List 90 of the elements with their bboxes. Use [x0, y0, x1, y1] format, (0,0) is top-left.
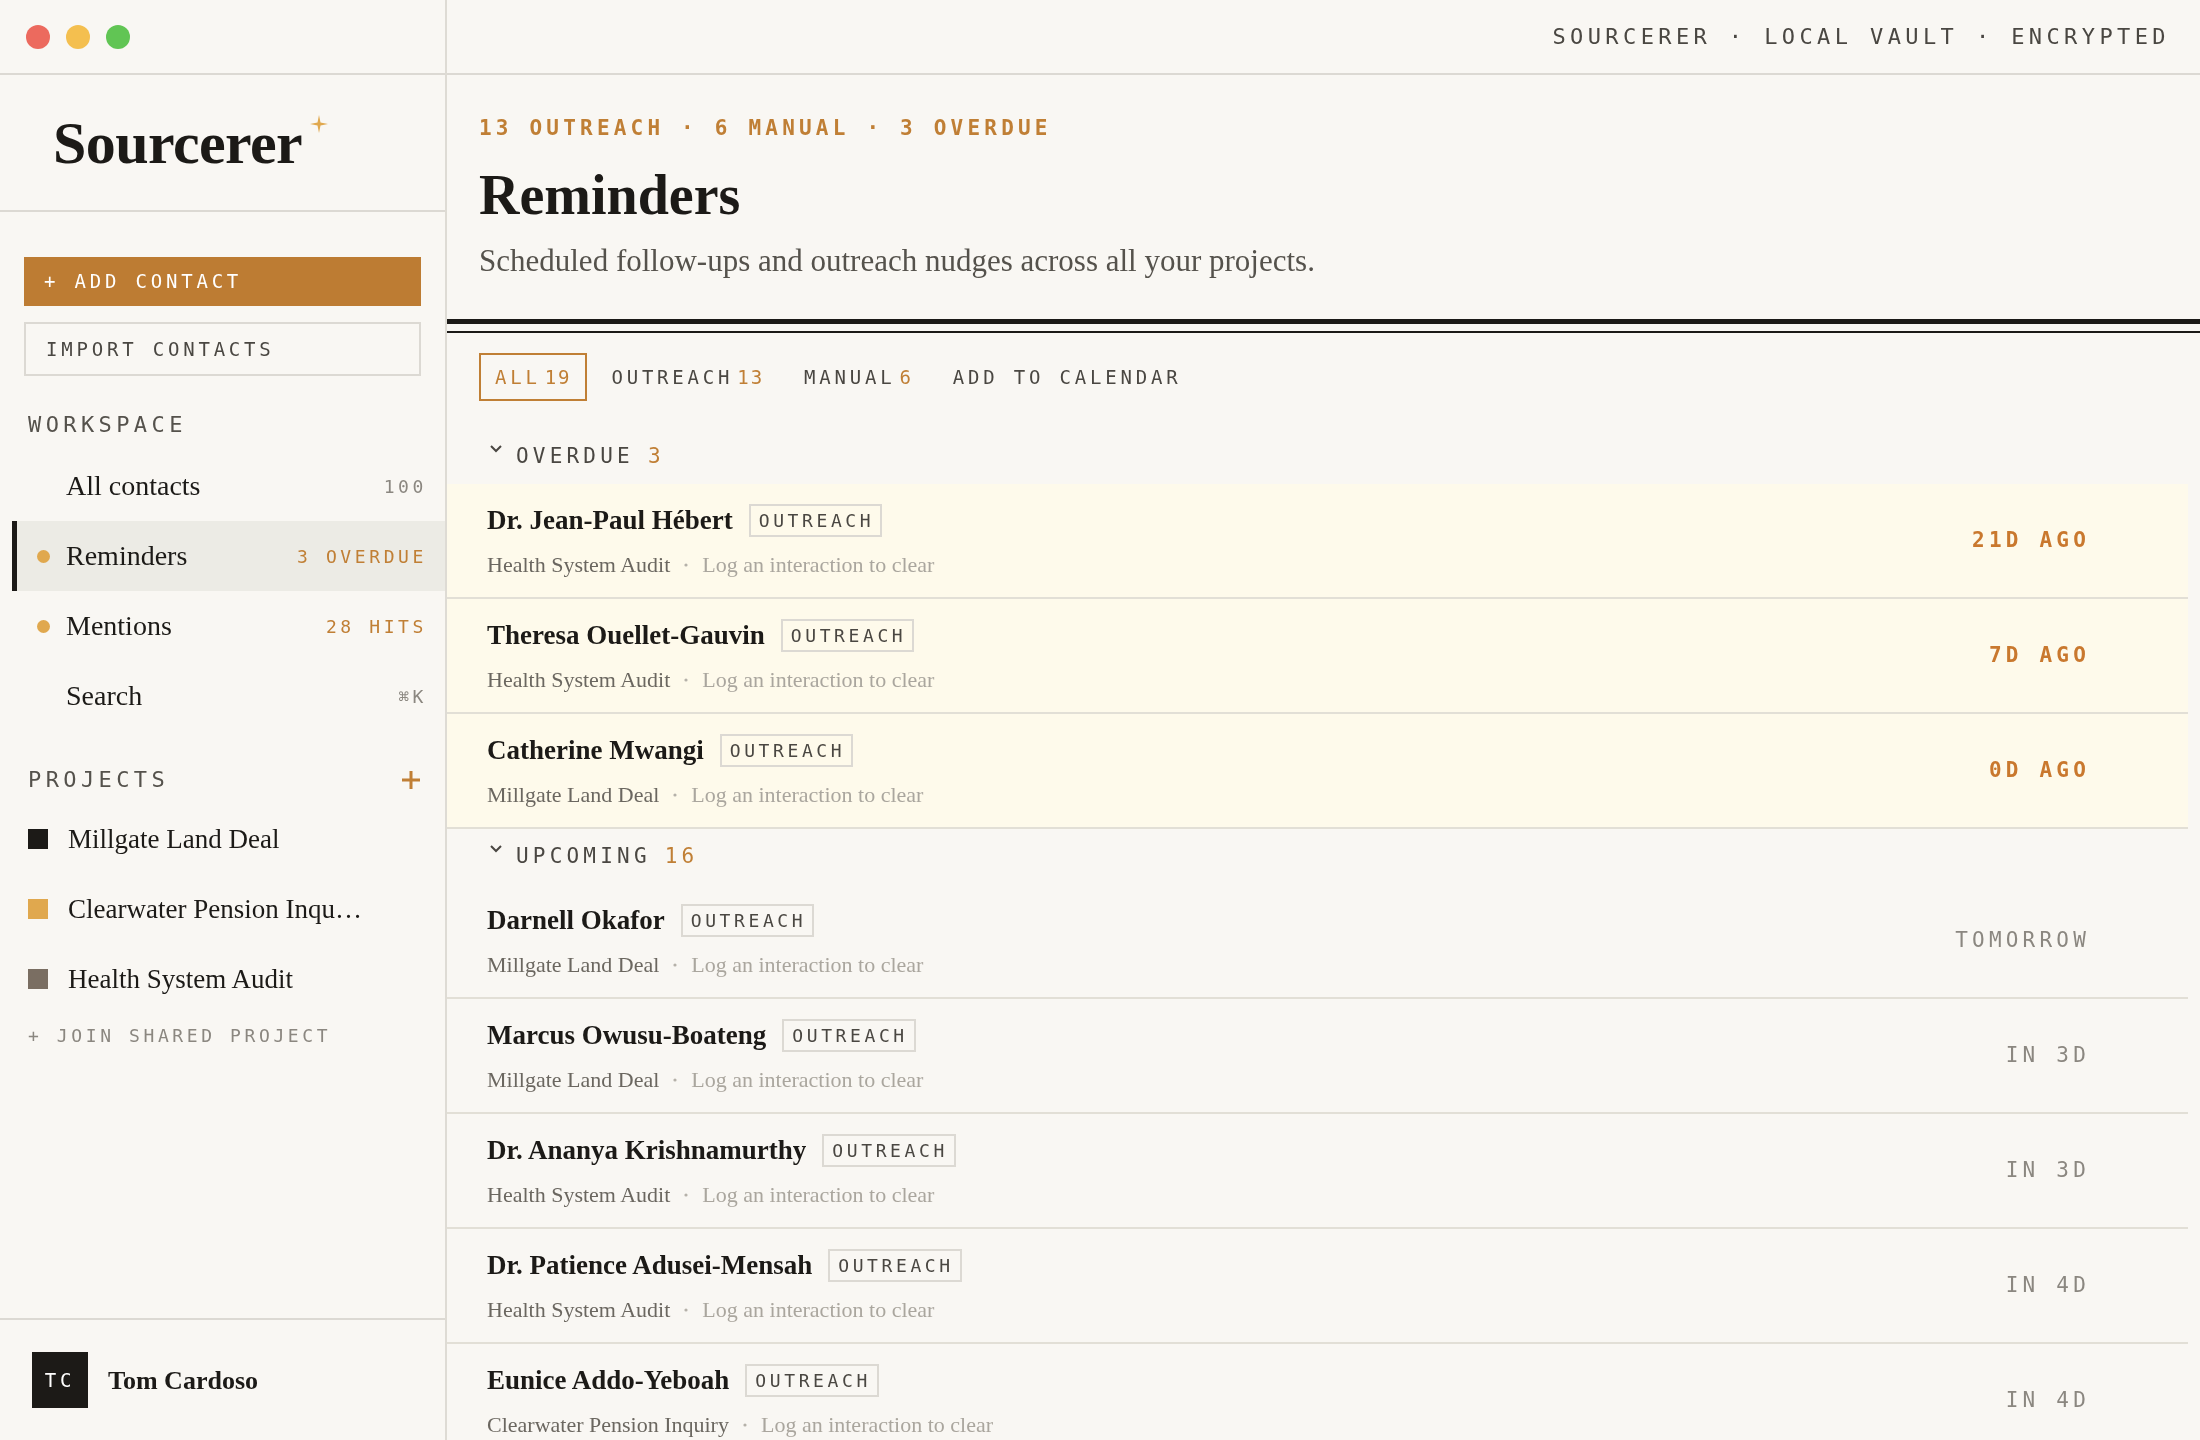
due-label: IN 3D — [2005, 1041, 2090, 1069]
separator-icon — [673, 792, 678, 797]
section-heading: WORKSPACE — [27, 411, 188, 439]
contact-name: Darnell Okafor — [487, 903, 665, 937]
chevron-icon[interactable] — [490, 445, 502, 454]
separator-icon — [684, 1307, 689, 1312]
reminder-row[interactable]: Eunice Addo-Yeboah OUTREACH Clearwater Pension Inquiry Log an interaction to clear IN 4D — [447, 1344, 2188, 1440]
nav-item[interactable]: Reminders 3 OVERDUE — [12, 521, 445, 591]
due-label: 0D AGO — [1988, 756, 2090, 784]
project-name: Millgate Land Deal — [487, 951, 660, 980]
contact-name: Catherine Mwangi — [487, 733, 704, 767]
reminder-row[interactable]: Marcus Owusu-Boateng OUTREACH Millgate Land Deal Log an interaction to clear IN 3D — [447, 999, 2188, 1115]
filter-tab[interactable]: MANUAL 6 — [788, 352, 929, 402]
contact-name: Marcus Owusu-Boateng — [487, 1018, 767, 1052]
hint-text: Log an interaction to clear — [702, 666, 935, 695]
hint-text: Log an interaction to clear — [702, 1181, 935, 1210]
project-name: Millgate Land Deal — [487, 781, 660, 810]
type-tag: OUTREACH — [745, 1363, 879, 1397]
contact-name: Dr. Ananya Krishnamurthy — [487, 1133, 807, 1167]
app-logo: Sourcerer — [53, 108, 302, 178]
filter-tab[interactable]: ADD TO CALENDAR — [936, 352, 1198, 402]
separator-icon — [684, 562, 689, 567]
contact-name: Dr. Patience Adusei-Mensah — [487, 1248, 813, 1282]
nav-item[interactable]: All contacts 100 — [12, 451, 445, 521]
hint-text: Log an interaction to clear — [702, 1296, 935, 1325]
nav-item[interactable]: Search ⌘K — [12, 661, 445, 731]
type-tag: OUTREACH — [782, 1018, 916, 1052]
page-title: Reminders — [479, 164, 742, 227]
project-item[interactable]: Millgate Land Deal — [0, 804, 445, 874]
project-item[interactable]: Clearwater Pension Inqu… — [0, 874, 445, 944]
type-tag: OUTREACH — [822, 1133, 956, 1167]
reminder-row[interactable]: Theresa Ouellet-Gauvin OUTREACH Health System Audit Log an interaction to clear 7D AGO — [447, 599, 2188, 715]
project-name: Millgate Land Deal — [487, 1066, 660, 1095]
reminder-row[interactable]: Dr. Jean-Paul Hébert OUTREACH Health System Audit Log an interaction to clear 21D AGO — [447, 484, 2188, 600]
type-tag: OUTREACH — [680, 903, 815, 937]
import-contacts-button[interactable]: IMPORT CONTACTS — [24, 322, 421, 376]
type-tag: OUTREACH — [828, 1248, 962, 1282]
hint-text: Log an interaction to clear — [691, 1066, 924, 1095]
group-heading: OVERDUE — [516, 442, 634, 470]
contact-name: Dr. Jean-Paul Hébert — [487, 503, 733, 537]
project-item[interactable]: Health System Audit — [0, 944, 445, 1014]
contact-name: Theresa Ouellet-Gauvin — [487, 618, 765, 652]
due-label: 7D AGO — [1988, 641, 2090, 669]
type-tag: OUTREACH — [748, 503, 883, 537]
item-count: 100 — [383, 474, 427, 499]
due-label: IN 4D — [2005, 1386, 2090, 1414]
item-count: 3 OVERDUE — [297, 544, 427, 569]
minimize-window-icon[interactable] — [66, 24, 90, 49]
item-count: 28 HITS — [325, 614, 427, 639]
hint-text: Log an interaction to clear — [760, 1411, 994, 1440]
type-tag: OUTREACH — [719, 733, 854, 767]
close-window-icon[interactable] — [26, 24, 50, 49]
due-label: TOMORROW — [1955, 926, 2090, 954]
user-name: Tom Cardoso — [108, 1364, 258, 1397]
section-heading: PROJECTS — [28, 766, 170, 794]
summary-text: 13 OUTREACH · 6 MANUAL · 3 OVERDUE — [479, 115, 1053, 142]
add-icon[interactable] — [401, 769, 421, 790]
filter-tab[interactable]: OUTREACH 13 — [595, 352, 780, 402]
separator-icon — [684, 677, 689, 682]
user-avatar: TC — [32, 1352, 88, 1408]
due-label: IN 3D — [2005, 1156, 2090, 1184]
reminder-row[interactable]: Darnell Okafor OUTREACH Millgate Land Deal Log an interaction to clear TOMORROW — [447, 884, 2188, 1000]
separator-icon — [673, 1077, 678, 1082]
group-count: 16 — [664, 842, 699, 870]
project-name: Health System Audit — [487, 1296, 671, 1325]
due-label: IN 4D — [2005, 1271, 2090, 1299]
hint-text: Log an interaction to clear — [691, 781, 924, 810]
contact-name: Eunice Addo-Yeboah — [487, 1363, 730, 1397]
separator-icon — [684, 1192, 689, 1197]
status-text: SOURCERER · LOCAL VAULT · ENCRYPTED — [1552, 23, 2170, 51]
hint-text: Log an interaction to clear — [691, 951, 924, 980]
type-tag: OUTREACH — [780, 618, 915, 652]
project-name: Health System Audit — [487, 666, 671, 695]
item-count: ⌘K — [398, 684, 427, 709]
due-label: 21D AGO — [1972, 526, 2090, 554]
nav-item[interactable]: Mentions 28 HITS — [12, 591, 445, 661]
project-name: Health System Audit — [487, 551, 671, 580]
reminder-row[interactable]: Catherine Mwangi OUTREACH Millgate Land Deal Log an interaction to clear 0D AGO — [447, 714, 2188, 830]
separator-icon — [673, 962, 678, 967]
group-heading: UPCOMING — [516, 842, 651, 870]
reminder-row[interactable]: Dr. Ananya Krishnamurthy OUTREACH Health System Audit Log an interaction to clear IN 3D — [447, 1114, 2188, 1230]
reminder-row[interactable]: Dr. Patience Adusei-Mensah OUTREACH Health System Audit Log an interaction to clear IN 4D — [447, 1229, 2188, 1345]
maximize-window-icon[interactable] — [106, 24, 130, 49]
separator-icon — [742, 1422, 747, 1427]
project-name: Clearwater Pension Inquiry — [487, 1411, 729, 1440]
group-count: 3 — [647, 442, 665, 470]
project-name: Health System Audit — [487, 1181, 671, 1210]
hint-text: Log an interaction to clear — [702, 551, 935, 580]
page-subtitle: Scheduled follow-ups and outreach nudges across all your projects. — [479, 242, 1316, 281]
chevron-icon[interactable] — [490, 845, 502, 854]
